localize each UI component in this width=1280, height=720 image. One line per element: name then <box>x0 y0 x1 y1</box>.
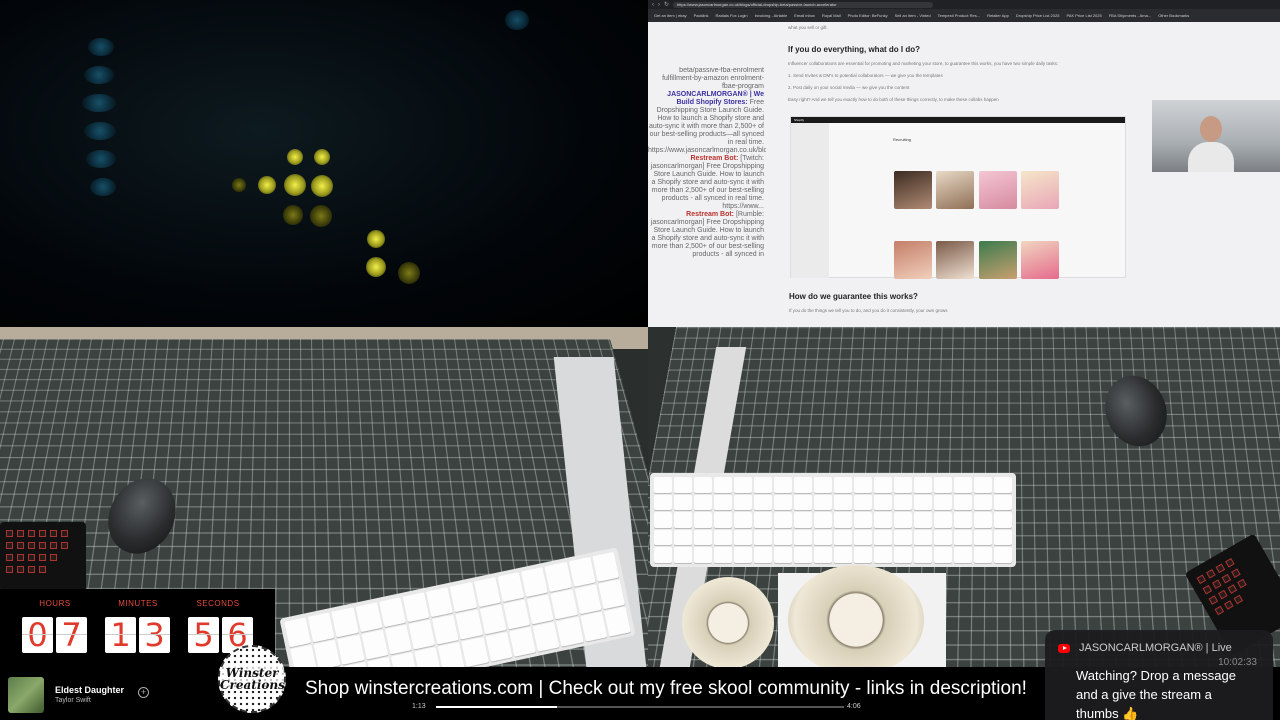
article-heading: How do we guarantee this works? <box>789 292 918 301</box>
led-light <box>310 205 332 227</box>
stream-chat-overlay: beta/passive-fba-enrolment fulfillment-b… <box>648 67 766 327</box>
bookmark[interactable]: Dropship Price List 2025 <box>1016 13 1060 18</box>
influencer-photo <box>1021 171 1059 209</box>
bookmark[interactable]: Invoicing - Airtable <box>755 13 788 18</box>
shopify-screenshot: Shopify Recruiting <box>790 116 1126 279</box>
forward-icon[interactable]: › <box>658 2 660 8</box>
led-light <box>88 38 114 56</box>
led-light <box>84 66 114 84</box>
bookmarks-bar: Get an item | ebay Packlink Radials Fox … <box>648 9 1280 22</box>
hours-digit: 0 <box>22 617 53 653</box>
seconds-digit: 5 <box>188 617 219 653</box>
chat-text: Watching? Drop a message and a give the … <box>1076 668 1236 720</box>
song-progress-bar[interactable] <box>436 706 844 708</box>
duration-time: 4:06 <box>847 703 861 710</box>
influencer-photo <box>979 241 1017 279</box>
gaming-keyboard <box>0 522 86 592</box>
article-heading: If you do everything, what do I do? <box>788 45 920 54</box>
bookmark[interactable]: Radials Fox Login <box>716 13 748 18</box>
youtube-chat-message: JASONCARLMORGAN® | Live 10:02:33 Watchin… <box>1045 630 1273 720</box>
article-paragraph: Influencer collaborations are essential … <box>788 61 1059 66</box>
minutes-digit: 3 <box>139 617 170 653</box>
bookmark[interactable]: Sell an Item - Vinted <box>895 13 931 18</box>
led-light <box>283 205 303 225</box>
bookmark[interactable]: Email inbox <box>794 13 815 18</box>
youtube-icon <box>1058 644 1070 653</box>
bookmark[interactable]: Royal Mail <box>822 13 841 18</box>
web-page: beta/passive-fba-enrolment fulfillment-b… <box>648 22 1280 327</box>
back-icon[interactable]: ‹ <box>652 2 654 8</box>
led-light <box>314 149 330 165</box>
article-paragraph: If you do the things we tell you to do, … <box>789 308 948 313</box>
elapsed-time: 1:13 <box>412 703 426 710</box>
influencer-photo <box>1021 241 1059 279</box>
led-light <box>90 178 116 196</box>
song-progress-fill <box>436 706 558 708</box>
stream-layout: ‹ › ↻ https://www.jasoncarlmorgan.co.uk/… <box>0 0 1280 720</box>
bookmark[interactable]: Get an item | ebay <box>654 13 687 18</box>
winster-creations-logo: Winster Creations <box>218 645 286 713</box>
influencer-photo <box>936 241 974 279</box>
led-light <box>84 122 116 140</box>
hours-digit: 7 <box>56 617 87 653</box>
address-bar[interactable]: https://www.jasoncarlmorgan.co.uk/blogs/… <box>673 1 934 8</box>
white-keyboard <box>650 473 1016 567</box>
hours-label: HOURS <box>39 599 71 608</box>
influencer-photo <box>894 241 932 279</box>
led-light <box>367 230 385 248</box>
minutes-label: MINUTES <box>118 599 158 608</box>
person-shirt <box>1188 142 1234 172</box>
bookmark[interactable]: Other Bookmarks <box>1158 13 1189 18</box>
bookmark[interactable]: FBA Shipments - Ama... <box>1109 13 1151 18</box>
chat-message: Restream Bot: [Rumble: jasoncarlmorgan] … <box>650 211 764 258</box>
song-title: Eldest Daughter <box>55 685 125 695</box>
chat-message: Restream Bot: [Twitch: jasoncarlmorgan] … <box>650 155 764 210</box>
bookmark[interactable]: Packlink <box>694 13 709 18</box>
screen-share: ‹ › ↻ https://www.jasoncarlmorgan.co.uk/… <box>648 0 1280 327</box>
minutes-digit: 1 <box>105 617 136 653</box>
led-light <box>258 176 276 194</box>
article-step: 2. Post daily on your social media — we … <box>788 85 910 90</box>
masking-tape-roll <box>682 577 774 667</box>
influencer-photo <box>979 171 1017 209</box>
bookmark[interactable]: PAK Price List 2025 <box>1066 13 1101 18</box>
face-webcam <box>1152 100 1280 172</box>
led-light <box>82 94 116 112</box>
person-face <box>1200 116 1222 142</box>
influencer-photo <box>894 171 932 209</box>
seconds-label: SECONDS <box>196 599 240 608</box>
led-light <box>232 178 246 192</box>
album-art <box>8 677 44 713</box>
led-light <box>505 10 529 30</box>
led-light <box>398 262 420 284</box>
led-light <box>366 257 386 277</box>
article-step: 1. Send Invites & DM's to potential coll… <box>788 73 943 78</box>
chat-message: JASONCARLMORGAN® | We Build Shopify Stor… <box>648 91 766 154</box>
influencer-photo <box>936 171 974 209</box>
chat-author: JASONCARLMORGAN® | Live <box>1079 642 1232 654</box>
article-intro: what you sell or gift. <box>788 25 828 30</box>
bookmark[interactable]: Photo Editor: BeFunky <box>848 13 888 18</box>
desk-camera-right <box>648 327 1280 667</box>
song-artist: Taylor Swift <box>55 697 91 704</box>
reload-icon[interactable]: ↻ <box>664 1 669 8</box>
plus-circle-icon[interactable]: + <box>138 687 149 698</box>
chat-message: beta/passive-fba-enrolment fulfillment-b… <box>662 67 764 90</box>
bookmark[interactable]: Retailer App <box>987 13 1009 18</box>
shopify-section-title: Recruiting <box>893 137 912 142</box>
led-camera-feed <box>0 0 648 327</box>
bookmark[interactable]: Tempesti Product Res... <box>938 13 980 18</box>
article-paragraph: Easy right? And we tell you exactly how … <box>788 97 999 102</box>
shopify-header: Shopify <box>791 117 1125 123</box>
promo-ticker: Shop winstercreations.com | Check out my… <box>305 678 1027 699</box>
logo-text: Winster Creations <box>220 666 285 692</box>
led-light <box>284 174 306 196</box>
browser-toolbar: ‹ › ↻ https://www.jasoncarlmorgan.co.uk/… <box>648 0 1280 9</box>
masking-tape-roll <box>788 565 924 667</box>
shopify-sidebar <box>791 123 829 278</box>
blog-article: what you sell or gift. If you do everyth… <box>788 22 1128 108</box>
led-light <box>311 175 333 197</box>
led-light <box>287 149 303 165</box>
led-light <box>86 150 116 168</box>
